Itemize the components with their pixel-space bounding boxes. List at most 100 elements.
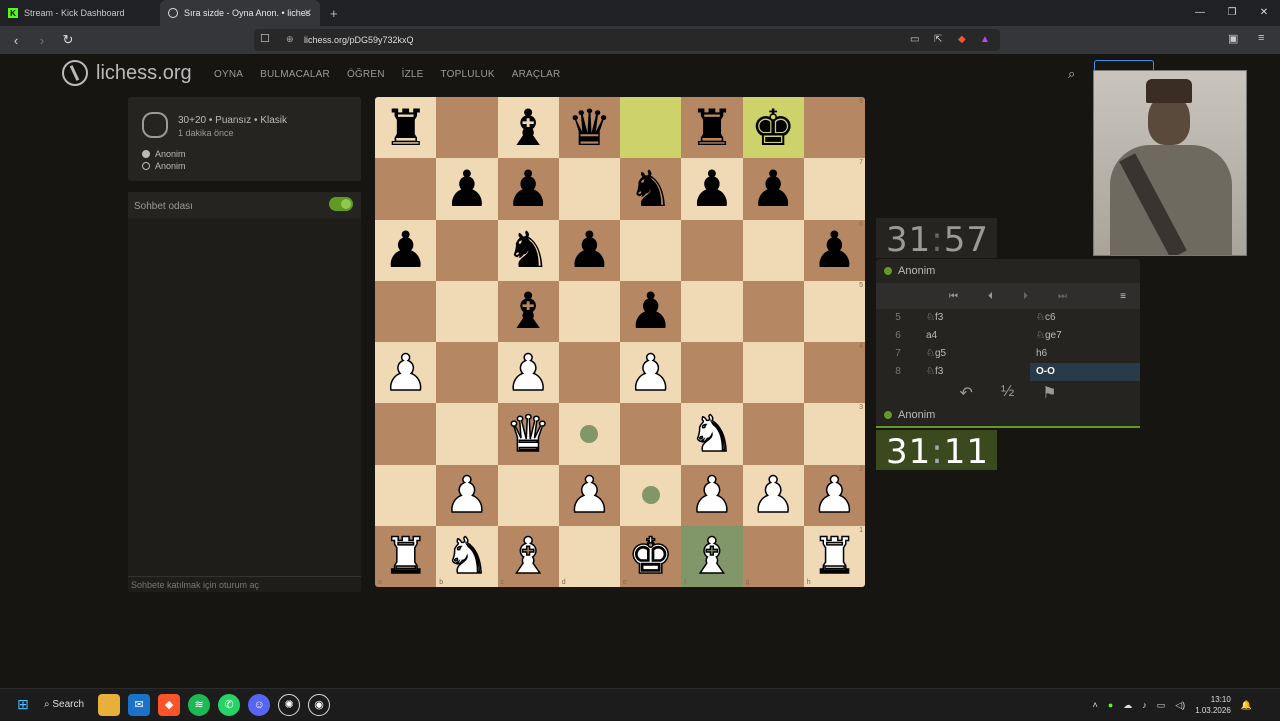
clock-area[interactable]: 13:10 1.03.2026 [1195,694,1231,716]
mic-icon[interactable]: ♪ [1142,700,1147,710]
white-pawn-icon[interactable]: ♟ [382,347,428,399]
square-h2[interactable]: ♟ 2 [803,464,865,526]
white-pawn-icon[interactable]: ♟ [750,469,796,521]
white-player[interactable]: Anonim [142,149,186,159]
menu-item-puzzles[interactable]: BULMACALAR [260,69,330,80]
square-e3[interactable] [620,403,682,465]
square-f3[interactable]: ♞ [681,403,743,465]
white-pawn-icon[interactable]: ♟ [444,469,490,521]
square-e5[interactable]: ♟ [620,280,682,342]
black-pawn-icon[interactable]: ♟ [812,225,857,275]
square-d4[interactable] [558,342,620,404]
black-rook-icon[interactable]: ♜ [383,103,428,153]
legal-move-dot[interactable] [641,486,660,505]
square-c6[interactable]: ♞ [497,219,559,281]
file-explorer-icon[interactable] [98,693,121,716]
forward-icon[interactable]: › [32,33,52,48]
tray-chevron-icon[interactable]: ˄ [1093,700,1098,710]
white-move[interactable]: a4 [920,327,1030,345]
chat-toggle[interactable] [329,197,353,211]
square-b8[interactable] [436,97,498,159]
white-rook-icon[interactable]: ♜ [382,531,428,583]
black-knight-icon[interactable]: ♞ [628,164,673,214]
site-logo[interactable]: lichess.org [62,60,192,86]
square-e8[interactable] [620,97,682,159]
square-b2[interactable]: ♟ [436,464,498,526]
square-f4[interactable] [681,342,743,404]
white-rook-icon[interactable]: ♜ [811,531,857,583]
discord-icon[interactable]: ☺ [248,693,271,716]
square-f8[interactable]: ♜ [681,97,743,159]
brave-browser-icon[interactable]: ◆ [158,693,181,716]
square-b1[interactable]: ♞ b [436,525,498,587]
white-pawn-icon[interactable]: ♟ [566,469,612,521]
back-icon[interactable]: ‹ [6,33,26,48]
next-move-icon[interactable]: ⏵ [1023,291,1028,302]
kick-tray-icon[interactable]: ● [1108,700,1113,710]
brave-shield-icon[interactable]: ◆ [958,34,966,45]
search-icon[interactable]: ⌕ [1068,66,1075,82]
square-a3[interactable] [375,403,437,465]
square-a6[interactable]: ♟ [375,219,437,281]
white-move[interactable]: ♘g5 [920,345,1030,363]
spotify-icon[interactable]: ≋ [188,693,211,716]
menu-icon[interactable]: ≡ [1120,291,1126,302]
square-d6[interactable]: ♟ [558,219,620,281]
takeback-button[interactable]: ↶ [959,383,972,407]
whatsapp-icon[interactable]: ✆ [218,693,241,716]
square-d3[interactable] [558,403,620,465]
square-e1[interactable]: ♚ e [620,525,682,587]
square-a5[interactable] [375,280,437,342]
square-a8[interactable]: ♜ [375,97,437,159]
square-g5[interactable] [742,280,804,342]
white-knight-icon[interactable]: ♞ [444,531,490,583]
cast-icon[interactable]: ▭ [910,34,919,45]
resign-button[interactable]: ⚑ [1042,383,1056,407]
black-knight-icon[interactable]: ♞ [506,225,551,275]
obs-icon[interactable]: ◉ [308,693,331,716]
white-move[interactable]: ♘f3 [920,363,1030,381]
network-icon[interactable]: ▭ [1157,700,1166,711]
square-d1[interactable]: d [558,525,620,587]
site-info-icon[interactable]: ⊕ [286,34,294,45]
white-pawn-icon[interactable]: ♟ [689,469,735,521]
square-c3[interactable]: ♛ [497,403,559,465]
volume-icon[interactable]: ◁) [1175,700,1185,711]
square-b5[interactable] [436,280,498,342]
square-h4[interactable]: 4 [803,342,865,404]
black-rook-icon[interactable]: ♜ [689,103,734,153]
black-bishop-icon[interactable]: ♝ [506,286,551,336]
square-d7[interactable] [558,158,620,220]
browser-menu-icon[interactable]: ≡ [1258,32,1264,44]
square-c5[interactable]: ♝ [497,280,559,342]
brave-rewards-icon[interactable]: ▲ [980,34,990,45]
black-king-icon[interactable]: ♚ [751,103,796,153]
square-f2[interactable]: ♟ [681,464,743,526]
menu-item-learn[interactable]: ÖĞREN [347,69,385,80]
square-h1[interactable]: ♜ 1 h [803,525,865,587]
square-g1[interactable]: g [742,525,804,587]
menu-item-play[interactable]: OYNA [214,69,243,80]
square-a4[interactable]: ♟ [375,342,437,404]
white-king-icon[interactable]: ♚ [627,531,673,583]
mail-icon[interactable]: ✉ [128,693,151,716]
square-h6[interactable]: ♟ 6 [803,219,865,281]
notification-icon[interactable]: 🔔 [1241,700,1252,711]
chess-board[interactable]: ♜ ♝ ♛ ♜ ♚ 8 ♟ ♟ ♞ ♟ ♟ 7 ♟ ♞ ♟ ♟ 6 ♝ ♟ 5 ♟ ♟ ♟ 4 ♛ ♞ 3 ♟ ♟ ♟ ♟ ♟ 2 ♜ a ♞ b ♝ c d… [375,97,865,587]
square-c2[interactable] [497,464,559,526]
white-bishop-icon[interactable]: ♝ [505,531,551,583]
black-move[interactable]: ♘ge7 [1030,327,1140,345]
first-move-icon[interactable]: ⏮ [949,291,958,302]
square-e4[interactable]: ♟ [620,342,682,404]
square-d5[interactable] [558,280,620,342]
square-h7[interactable]: 7 [803,158,865,220]
black-bishop-icon[interactable]: ♝ [506,103,551,153]
square-g2[interactable]: ♟ [742,464,804,526]
share-icon[interactable]: ⇱ [934,34,942,45]
square-b6[interactable] [436,219,498,281]
square-h5[interactable]: 5 [803,280,865,342]
square-b4[interactable] [436,342,498,404]
square-g7[interactable]: ♟ [742,158,804,220]
cloud-icon[interactable]: ☁ [1123,700,1132,711]
white-pawn-icon[interactable]: ♟ [811,469,857,521]
